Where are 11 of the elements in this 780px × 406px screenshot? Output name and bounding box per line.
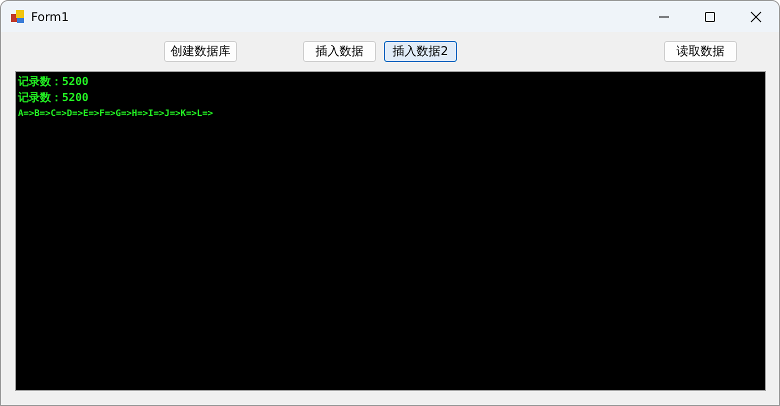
action-button[interactable]: 插入数据 (303, 41, 376, 62)
app-icon (11, 10, 25, 24)
action-button[interactable]: 创建数据库 (164, 41, 237, 62)
close-icon (750, 10, 762, 22)
console-line: 记录数：5200 (18, 74, 90, 90)
action-button[interactable]: 插入数据2 (384, 41, 457, 62)
action-button[interactable]: 读取数据 (664, 41, 737, 62)
console-line: A=>B=>C=>D=>E=>F=>G=>H=>I=>J=>K=>L=> (18, 108, 214, 121)
maximize-icon (704, 10, 716, 22)
window-title: Form1 (31, 10, 70, 24)
console-line: 记录数：5200 (18, 90, 90, 106)
